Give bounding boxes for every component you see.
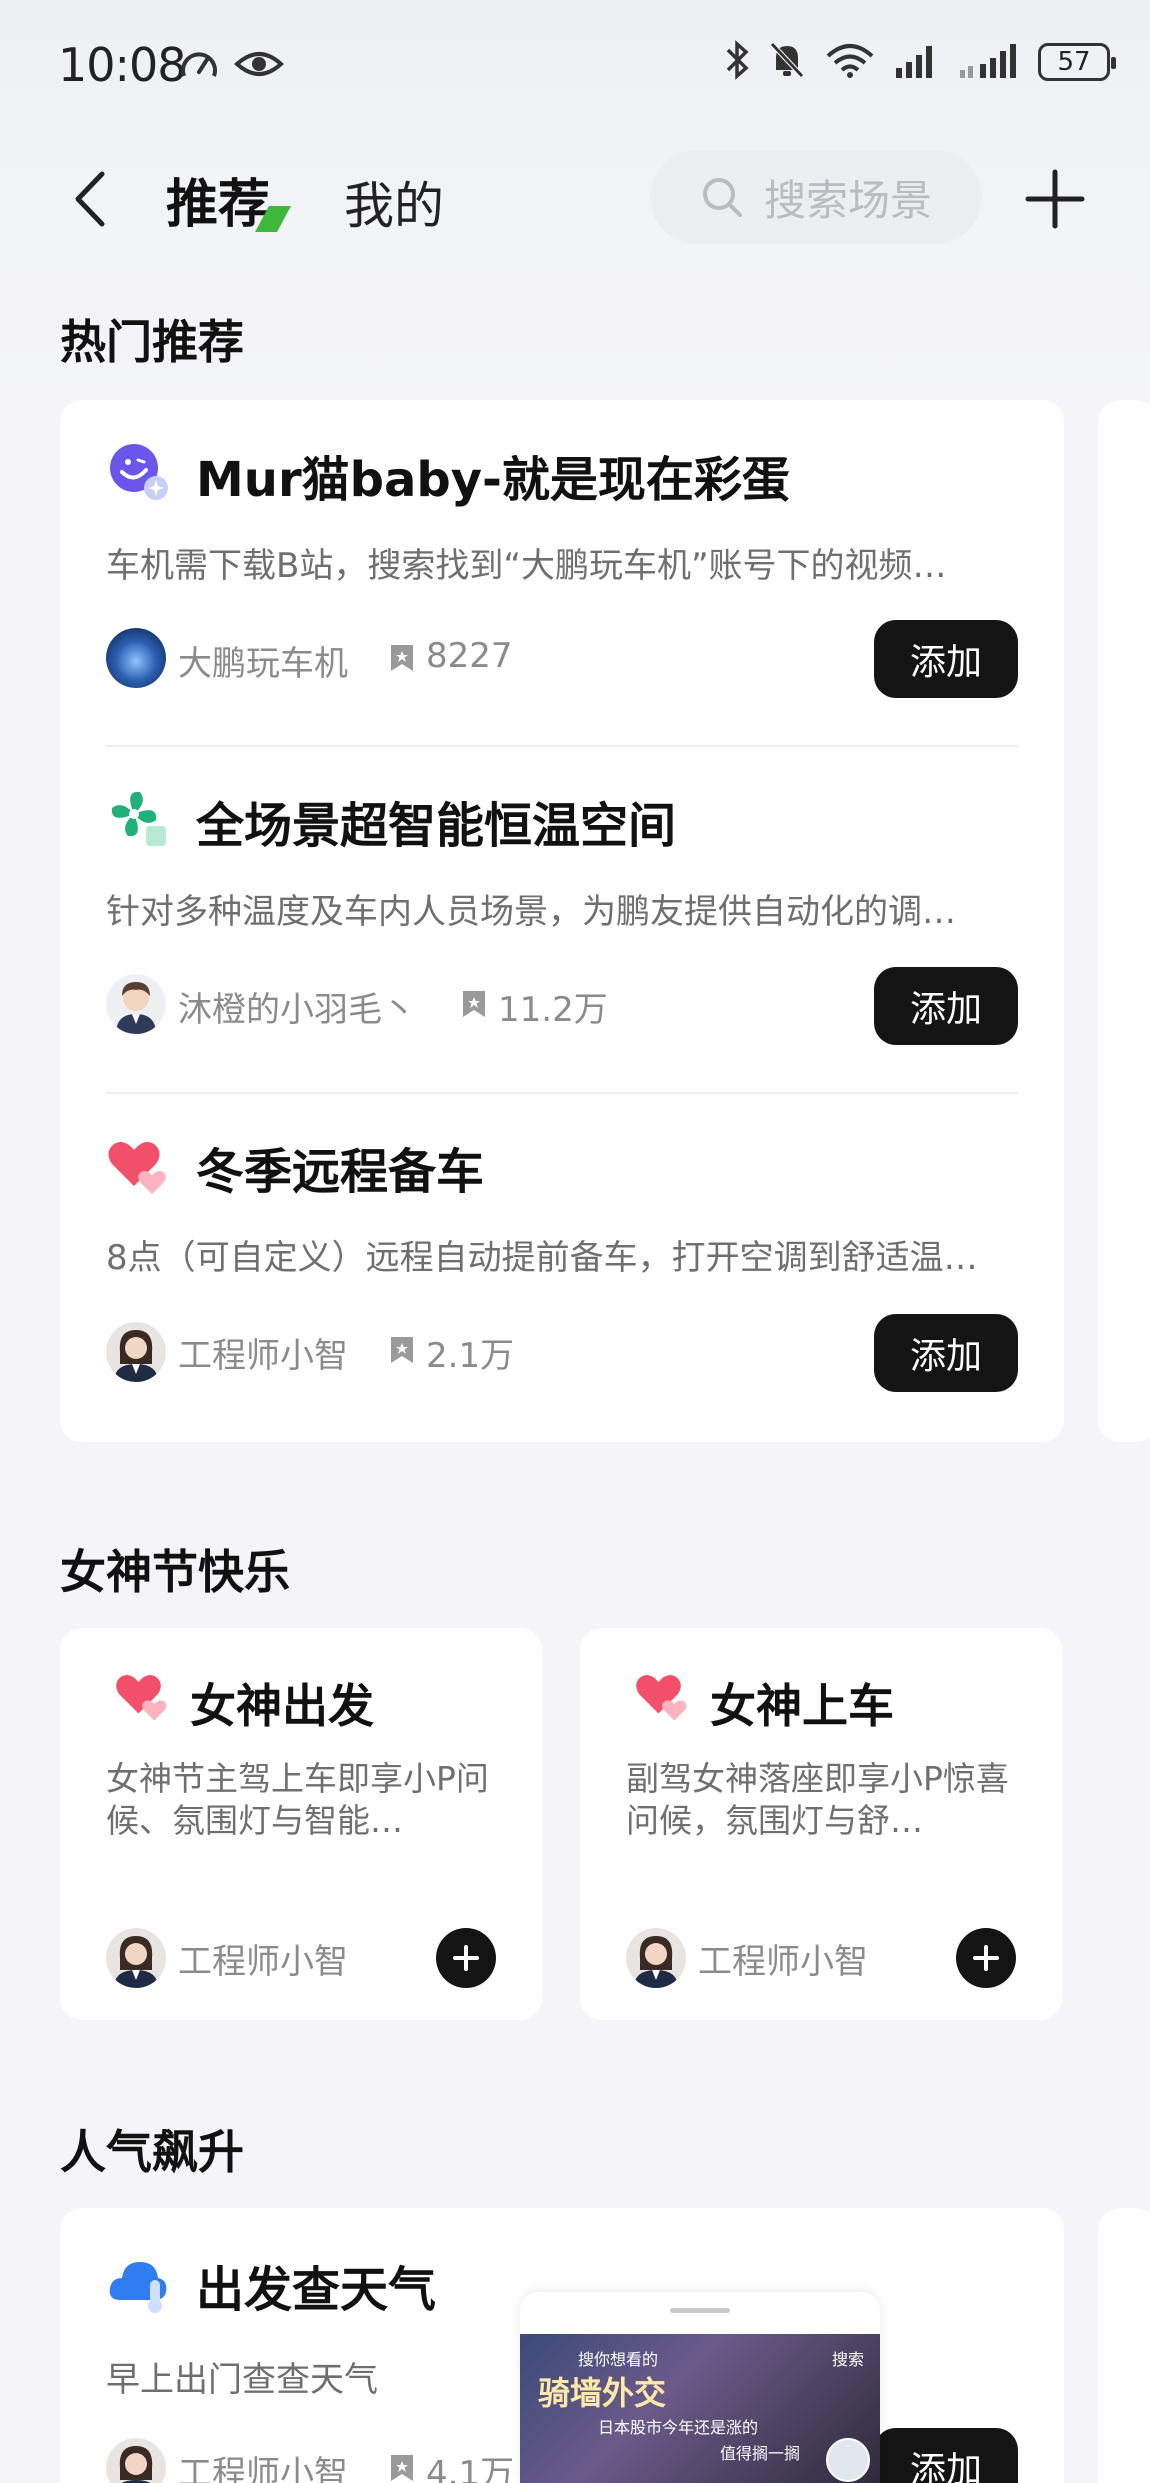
search-placeholder: 搜索场景 [764,175,933,225]
status-bar: 10:08 57 [0,0,1150,130]
plus-icon [453,1945,479,1971]
hot-card-next-peek[interactable] [1098,400,1150,1442]
item-title: 全场景超智能恒温空间 [196,798,677,854]
fav-count: 4.1万 [426,2454,515,2483]
drag-handle[interactable] [670,2308,730,2313]
add-button[interactable]: 添加 [874,2428,1018,2483]
rising-card-next-peek[interactable] [1098,2208,1150,2483]
video-search-button[interactable]: 搜索 [832,2346,864,2370]
section-title-goddess: 女神节快乐 [60,1545,290,1599]
item-desc: 8点（可自定义）远程自动提前备车，打开空调到舒适温… [106,1238,978,1278]
plus-icon [1025,169,1085,229]
divider [106,745,1018,747]
speed-icon [178,44,220,88]
scene-card[interactable]: 女神出发 女神节主驾上车即享小P问候、氛围灯与智能… 工程师小智 [60,1628,542,2020]
search-input[interactable]: 搜索场景 [650,150,982,244]
battery-indicator: 57 [1038,43,1116,81]
heart-icon [636,1675,687,1721]
item-title: 出发查天气 [196,2262,437,2318]
add-button[interactable] [436,1928,496,1988]
card-title: 女神出发 [190,1679,374,1733]
author-name[interactable]: 工程师小智 [178,1328,348,1377]
section-title-hot: 热门推荐 [60,315,244,369]
floating-video-player[interactable]: 搜你想看的 搜索 骑墙外交 日本股市今年还是涨的 值得搁一搁 [520,2292,880,2483]
avatar[interactable] [106,974,166,1034]
bookmark-icon [463,991,485,1017]
active-tab-indicator [255,206,291,232]
wifi-icon [824,40,876,84]
video-subtitle-1: 日本股市今年还是涨的 [598,2418,759,2437]
chevron-left-icon [75,171,105,227]
add-button[interactable]: 添加 [874,620,1018,698]
bookmark-icon [391,645,413,671]
divider [106,1092,1018,1094]
author-name[interactable]: 工程师小智 [178,2446,348,2483]
signal-icon-2 [958,40,1020,84]
top-nav: 推荐 我的 搜索场景 [0,140,1150,260]
video-avatar[interactable] [826,2438,870,2482]
author-name[interactable]: 沐橙的小羽毛丶 [178,982,416,1031]
back-button[interactable] [64,164,124,234]
video-search-hint: 搜你想看的 [578,2350,659,2369]
fav-count: 8227 [426,636,513,676]
scene-card[interactable]: 女神上车 副驾女神落座即享小P惊喜问候，氛围灯与舒… 工程师小智 [580,1628,1062,2020]
add-button[interactable]: 添加 [874,967,1018,1045]
emoji-face-icon [110,444,168,500]
bookmark-icon [391,1337,413,1363]
add-button[interactable]: 添加 [874,1314,1018,1392]
avatar[interactable] [106,628,166,688]
video-caption: 骑墙外交 [538,2374,667,2412]
eye-icon [234,44,284,88]
fan-icon [111,791,166,846]
card-title: 女神上车 [710,1679,894,1733]
item-desc: 车机需下载B站，搜索找到“大鹏玩车机”账号下的视频… [106,546,947,586]
fav-count: 2.1万 [426,1336,515,1376]
tab-mine[interactable]: 我的 [344,166,444,238]
fav-count: 11.2万 [498,990,608,1030]
heart-icon [108,1142,166,1194]
mute-bell-icon [768,40,806,84]
author-name: 工程师小智 [178,1942,348,1982]
status-time: 10:08 [58,38,187,92]
author-name: 工程师小智 [698,1942,868,1982]
video-thumbnail[interactable]: 搜你想看的 搜索 骑墙外交 日本股市今年还是涨的 值得搁一搁 [520,2334,880,2483]
heart-icon [116,1675,167,1721]
item-desc: 针对多种温度及车内人员场景，为鹏友提供自动化的调… [106,892,956,932]
plus-icon [973,1945,999,1971]
card-desc: 女神节主驾上车即享小P问候、氛围灯与智能… [106,1759,489,1840]
avatar [626,1928,686,1988]
card-desc: 副驾女神落座即享小P惊喜问候，氛围灯与舒… [626,1759,1009,1840]
author-name[interactable]: 大鹏玩车机 [178,636,348,685]
avatar[interactable] [106,1322,166,1382]
search-icon [703,178,742,217]
section-title-rising: 人气飙升 [60,2125,244,2179]
item-title: Mur猫baby-就是现在彩蛋 [196,452,790,508]
add-scene-button[interactable] [1022,166,1088,232]
cloud-thermometer-icon [109,2262,167,2313]
signal-icon [894,40,940,84]
add-button[interactable] [956,1928,1016,1988]
bookmark-icon [391,2455,413,2481]
bluetooth-icon [724,40,750,84]
item-title: 冬季远程备车 [196,1144,485,1200]
video-subtitle-2: 值得搁一搁 [720,2444,801,2463]
avatar [106,1928,166,1988]
